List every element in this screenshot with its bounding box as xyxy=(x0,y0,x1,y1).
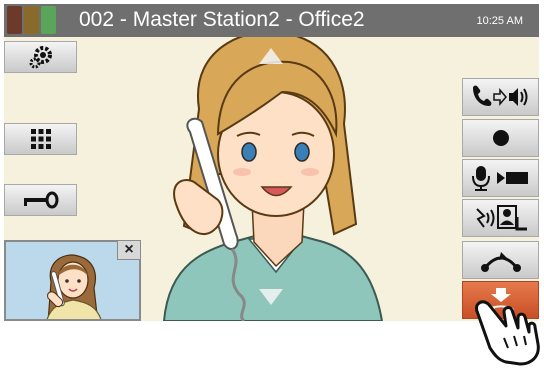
mic-video-button[interactable] xyxy=(462,159,539,197)
phone-to-speaker-icon xyxy=(472,85,527,107)
title-bar: 002 - Master Station2 - Office2 10:25 AM xyxy=(4,4,539,37)
record-icon xyxy=(492,130,509,146)
record-button[interactable] xyxy=(462,119,539,157)
pointing-hand-icon xyxy=(475,300,540,366)
station-title: 002 - Master Station2 - Office2 xyxy=(79,8,365,31)
signal-indicator xyxy=(7,6,56,34)
close-icon: × xyxy=(124,241,134,258)
mic-video-icon xyxy=(471,166,528,191)
hold-button[interactable] xyxy=(462,241,539,279)
key-button[interactable] xyxy=(4,184,77,216)
signal-bar xyxy=(7,6,22,34)
signal-bar xyxy=(41,6,56,34)
keypad-icon xyxy=(30,129,51,149)
settings-button[interactable] xyxy=(4,41,77,73)
arrow-up-icon[interactable] xyxy=(257,46,285,66)
clock: 10:25 AM xyxy=(476,15,523,27)
gear-icon xyxy=(29,46,52,69)
intercom-screen: 002 - Master Station2 - Office2 10:25 AM xyxy=(4,4,539,321)
signal-bar xyxy=(24,6,39,34)
call-transfer-button[interactable] xyxy=(462,78,539,116)
keypad-button[interactable] xyxy=(4,123,77,155)
key-icon xyxy=(23,191,58,209)
hold-icon xyxy=(480,252,521,272)
arrow-down-icon[interactable] xyxy=(257,287,285,307)
scan-button[interactable] xyxy=(462,199,539,237)
scan-icon xyxy=(475,205,527,231)
pip-close-button[interactable]: × xyxy=(117,240,141,260)
